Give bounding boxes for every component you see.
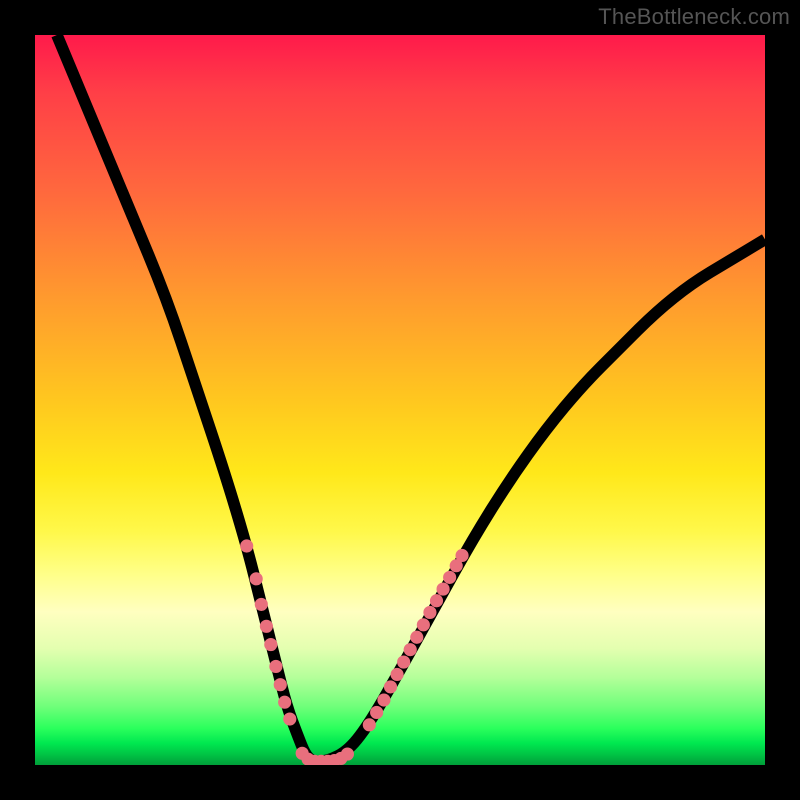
data-dot xyxy=(240,539,253,552)
data-dot xyxy=(250,572,263,585)
data-dot xyxy=(384,680,397,693)
data-dot xyxy=(437,583,450,596)
curve-svg xyxy=(35,35,765,765)
data-dot xyxy=(341,747,354,760)
data-dot xyxy=(269,660,282,673)
data-dot xyxy=(260,620,273,633)
data-dot xyxy=(417,618,430,631)
data-dot xyxy=(410,631,423,644)
data-dot xyxy=(283,712,296,725)
data-dot xyxy=(370,706,383,719)
data-dot xyxy=(397,656,410,669)
data-dot xyxy=(391,668,404,681)
data-dot xyxy=(377,693,390,706)
data-dot xyxy=(455,549,468,562)
data-dot xyxy=(274,678,287,691)
data-dot xyxy=(423,606,436,619)
data-dot xyxy=(443,571,456,584)
data-dot xyxy=(278,696,291,709)
plot-area xyxy=(35,35,765,765)
data-dot xyxy=(255,598,268,611)
chart-frame: TheBottleneck.com xyxy=(0,0,800,800)
data-dot xyxy=(430,594,443,607)
watermark-text: TheBottleneck.com xyxy=(598,4,790,30)
data-dot xyxy=(264,638,277,651)
data-dot xyxy=(363,718,376,731)
data-dot xyxy=(404,643,417,656)
